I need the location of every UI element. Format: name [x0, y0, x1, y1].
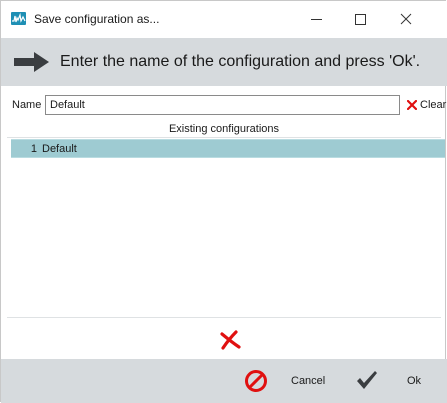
window-title: Save configuration as... [34, 12, 160, 26]
cancel-icon[interactable] [244, 369, 268, 393]
checkmark-icon[interactable] [356, 370, 378, 390]
item-name: Default [42, 142, 77, 155]
item-index: 1 [30, 142, 37, 155]
dialog-footer: Cancel Ok [1, 359, 447, 403]
configurations-list[interactable]: 1 Default [11, 139, 445, 317]
app-icon [11, 12, 26, 25]
existing-configurations-header: Existing configurations [168, 123, 280, 135]
name-input[interactable] [45, 95, 400, 115]
instruction-text: Enter the name of the configuration and … [60, 53, 421, 70]
clear-label: Clear [420, 99, 447, 111]
cancel-button[interactable]: Cancel [291, 375, 325, 387]
divider [7, 137, 441, 138]
divider [7, 317, 441, 318]
close-button[interactable] [387, 1, 425, 38]
maximize-button[interactable] [341, 1, 379, 38]
clear-button[interactable]: Clear [407, 97, 446, 113]
arrow-right-icon [14, 52, 49, 72]
list-item[interactable]: 1 Default [11, 139, 445, 158]
close-icon [400, 13, 412, 25]
minimize-button[interactable] [297, 1, 335, 38]
x-icon [407, 100, 417, 110]
ok-button[interactable]: Ok [407, 375, 421, 387]
delete-x-icon [220, 330, 241, 350]
delete-configuration-button[interactable] [219, 330, 241, 350]
title-bar: Save configuration as... [1, 1, 447, 38]
name-label: Name [12, 99, 42, 111]
save-configuration-dialog: Save configuration as... Enter the name … [0, 0, 447, 403]
instruction-banner: Enter the name of the configuration and … [1, 38, 447, 86]
